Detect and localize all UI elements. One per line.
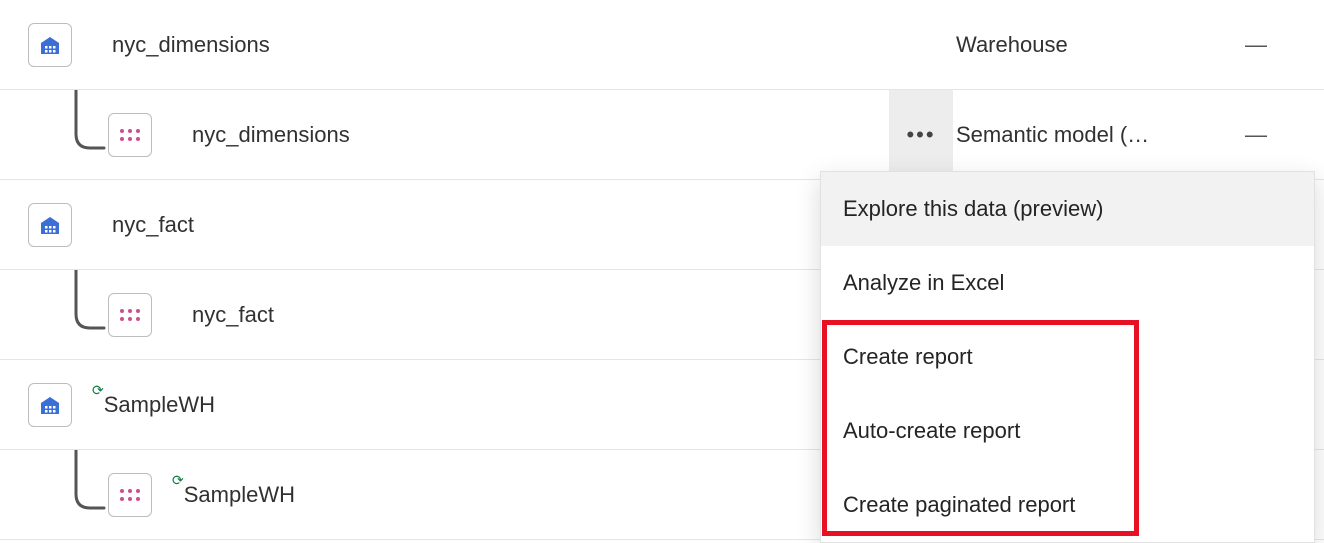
- sync-icon: ⟳: [172, 472, 184, 489]
- menu-item-create-report[interactable]: Create report: [821, 320, 1314, 394]
- semantic-model-icon: [108, 473, 152, 517]
- context-menu: Explore this data (preview) Analyze in E…: [820, 171, 1315, 543]
- menu-item-auto-create-report[interactable]: Auto-create report: [821, 394, 1314, 468]
- tree-connector: [60, 90, 108, 180]
- item-name: nyc_fact: [192, 302, 886, 328]
- tree-connector: [60, 450, 108, 540]
- tree-connector: [60, 270, 108, 360]
- semantic-model-icon: [108, 293, 152, 337]
- menu-item-explore-data[interactable]: Explore this data (preview): [821, 172, 1314, 246]
- more-horizontal-icon: •••: [906, 122, 935, 148]
- item-dash: —: [1216, 32, 1296, 58]
- warehouse-icon: [28, 383, 72, 427]
- sync-icon: ⟳: [92, 382, 104, 399]
- item-name: SampleWH: [104, 392, 886, 418]
- item-name: nyc_dimensions: [192, 122, 886, 148]
- actions-cell: •••: [886, 90, 956, 180]
- item-type: Semantic model (…: [956, 122, 1216, 148]
- menu-item-create-paginated-report[interactable]: Create paginated report: [821, 468, 1314, 542]
- warehouse-icon: [28, 203, 72, 247]
- table-row[interactable]: nyc_dimensions ••• Semantic model (… —: [0, 90, 1324, 180]
- item-name: nyc_fact: [112, 212, 886, 238]
- item-type: Warehouse: [956, 32, 1216, 58]
- more-options-button[interactable]: •••: [889, 90, 953, 180]
- warehouse-icon: [28, 23, 72, 67]
- item-dash: —: [1216, 122, 1296, 148]
- semantic-model-icon: [108, 113, 152, 157]
- table-row[interactable]: nyc_dimensions Warehouse —: [0, 0, 1324, 90]
- item-name: nyc_dimensions: [112, 32, 886, 58]
- menu-item-analyze-excel[interactable]: Analyze in Excel: [821, 246, 1314, 320]
